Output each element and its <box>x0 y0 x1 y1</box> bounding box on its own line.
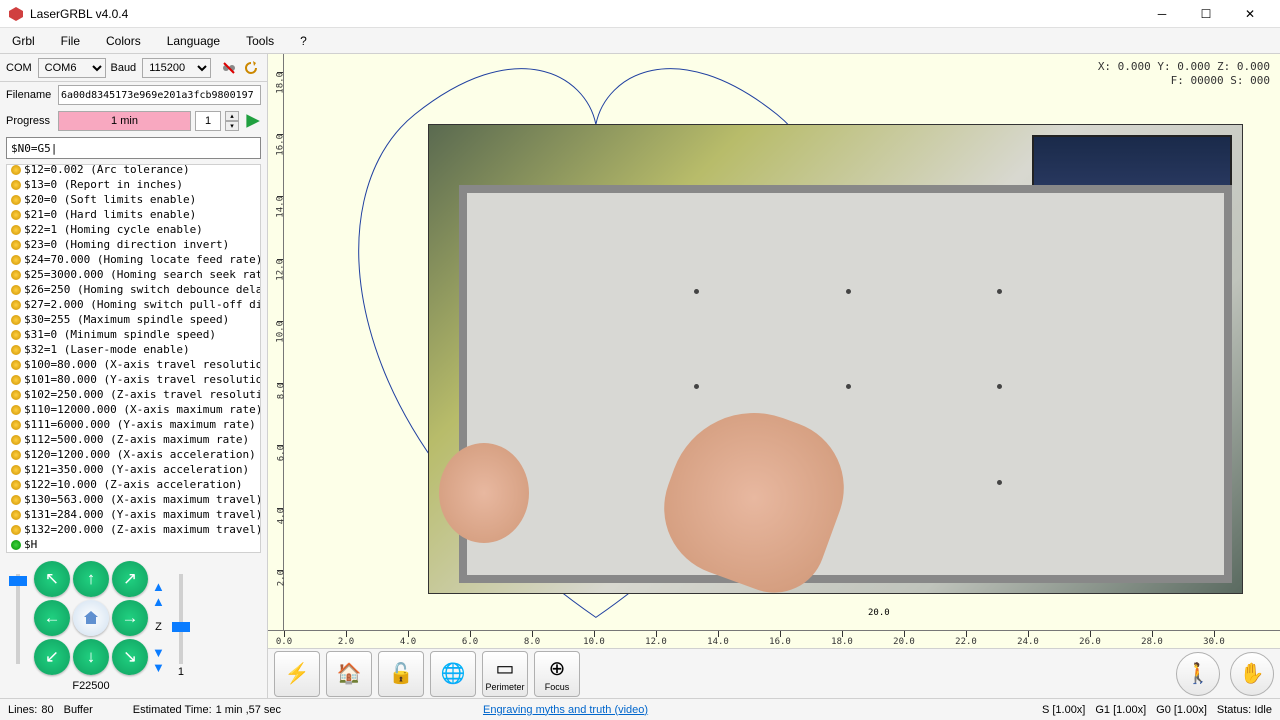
com-select[interactable]: COM6 <box>38 58 107 78</box>
jog-step-slider[interactable] <box>6 574 30 680</box>
z-label: Z <box>155 621 162 633</box>
ruler-vertical: 18.016.014.012.010.08.06.04.02.0 <box>268 54 284 630</box>
menu-grbl[interactable]: Grbl <box>8 31 39 51</box>
param-line: $30=255 (Maximum spindle speed) <box>7 312 260 327</box>
hand-icon: ✋ <box>1240 661 1265 686</box>
param-line: $130=563.000 (X-axis maximum travel) <box>7 492 260 507</box>
param-line: $26=250 (Homing switch debounce dela… <box>7 282 260 297</box>
status-link[interactable]: Engraving myths and truth (video) <box>483 704 648 716</box>
progress-bar: 1 min <box>58 111 191 131</box>
bottom-toolbar: ⚡ 🏠 🔓 🌐 ▭Perimeter ⊕Focus 🚶 ✋ <box>268 648 1280 698</box>
run-button[interactable]: ⚡ <box>274 651 320 697</box>
param-list[interactable]: $11=0.010 (Junction deviation)$12=0.002 … <box>6 164 261 553</box>
filename-label: Filename <box>6 89 54 101</box>
minimize-button[interactable]: ─ <box>1140 0 1184 28</box>
param-line: $131=284.000 (Y-axis maximum travel) <box>7 507 260 522</box>
perimeter-icon: ▭ <box>496 656 515 681</box>
photo-overlay <box>428 124 1243 594</box>
command-input[interactable] <box>6 137 261 159</box>
globe-button[interactable]: 🌐 <box>430 651 476 697</box>
menubar: Grbl File Colors Language Tools ? <box>0 28 1280 54</box>
unlock-button[interactable]: 🔓 <box>378 651 424 697</box>
param-line: $100=80.000 (X-axis travel resolutio… <box>7 357 260 372</box>
lightning-icon: ⚡ <box>285 661 310 686</box>
disconnect-icon[interactable] <box>219 58 239 78</box>
left-panel: COM COM6 Baud 115200 Filename Progress 1… <box>0 54 268 698</box>
com-label: COM <box>6 62 32 74</box>
param-line: $12=0.002 (Arc tolerance) <box>7 164 260 177</box>
param-line: $27=2.000 (Homing switch pull-off di… <box>7 297 260 312</box>
z-down[interactable]: ▼▼ <box>152 645 165 675</box>
jog-n[interactable]: ↑ <box>73 561 109 597</box>
param-line: $20=0 (Soft limits enable) <box>7 192 260 207</box>
walk-icon: 🚶 <box>1186 661 1211 686</box>
passes-down[interactable]: ▾ <box>225 121 239 131</box>
house-icon: 🏠 <box>337 661 362 686</box>
app-icon <box>8 6 24 22</box>
perimeter-button[interactable]: ▭Perimeter <box>482 651 528 697</box>
lock-icon: 🔓 <box>389 661 414 686</box>
passes-input[interactable] <box>195 111 221 131</box>
param-line: $24=70.000 (Homing locate feed rate) <box>7 252 260 267</box>
menu-language[interactable]: Language <box>163 31 224 51</box>
jog-nw[interactable]: ↖ <box>34 561 70 597</box>
param-line: $122=10.000 (Z-axis acceleration) <box>7 477 260 492</box>
hold-button[interactable]: ✋ <box>1230 652 1274 696</box>
param-line: $32=1 (Laser-mode enable) <box>7 342 260 357</box>
play-button[interactable] <box>243 112 261 130</box>
param-line: $H <box>7 537 260 552</box>
jog-feed-label: F22500 <box>72 680 109 692</box>
param-line: $31=0 (Minimum spindle speed) <box>7 327 260 342</box>
menu-tools[interactable]: Tools <box>242 31 278 51</box>
home-button[interactable]: 🏠 <box>326 651 372 697</box>
ruler-horizontal: 0.02.04.06.08.010.012.014.016.018.020.02… <box>268 630 1280 648</box>
jog-s[interactable]: ↓ <box>73 639 109 675</box>
jog-speed-slider[interactable]: 1 <box>169 574 193 680</box>
jog-ne[interactable]: ↗ <box>112 561 148 597</box>
window-title: LaserGRBL v4.0.4 <box>30 7 1140 21</box>
canvas-area: X: 0.000 Y: 0.000 Z: 0.000 F: 00000 S: 0… <box>268 54 1280 698</box>
target-icon: ⊕ <box>549 656 566 681</box>
globe-icon: 🌐 <box>441 661 466 686</box>
titlebar: LaserGRBL v4.0.4 ─ ☐ ✕ <box>0 0 1280 28</box>
param-line: $22=1 (Homing cycle enable) <box>7 222 260 237</box>
preview-canvas[interactable]: X: 0.000 Y: 0.000 Z: 0.000 F: 00000 S: 0… <box>268 54 1280 648</box>
param-line: $13=0 (Report in inches) <box>7 177 260 192</box>
statusbar: Lines: 80 Buffer Estimated Time: 1 min ,… <box>0 698 1280 720</box>
baud-select[interactable]: 115200 <box>142 58 211 78</box>
jog-e[interactable]: → <box>112 600 148 636</box>
resume-button[interactable]: 🚶 <box>1176 652 1220 696</box>
param-line: $120=1200.000 (X-axis acceleration) <box>7 447 260 462</box>
baud-label: Baud <box>110 62 136 74</box>
param-line: $25=3000.000 (Homing search seek rat… <box>7 267 260 282</box>
jog-sw[interactable]: ↙ <box>34 639 70 675</box>
menu-help[interactable]: ? <box>296 31 311 51</box>
jog-home[interactable] <box>73 600 109 636</box>
maximize-button[interactable]: ☐ <box>1184 0 1228 28</box>
reset-icon[interactable] <box>241 58 261 78</box>
param-line: $132=200.000 (Z-axis maximum travel) <box>7 522 260 537</box>
param-line: $102=250.000 (Z-axis travel resoluti… <box>7 387 260 402</box>
param-line: $121=350.000 (Y-axis acceleration) <box>7 462 260 477</box>
passes-up[interactable]: ▴ <box>225 111 239 121</box>
close-button[interactable]: ✕ <box>1228 0 1272 28</box>
menu-colors[interactable]: Colors <box>102 31 145 51</box>
filename-input[interactable] <box>58 85 261 105</box>
param-line: $23=0 (Homing direction invert) <box>7 237 260 252</box>
z-up[interactable]: ▲▲ <box>152 579 165 609</box>
param-line: $112=500.000 (Z-axis maximum rate) <box>7 432 260 447</box>
focus-button[interactable]: ⊕Focus <box>534 651 580 697</box>
jog-se[interactable]: ↘ <box>112 639 148 675</box>
jog-w[interactable]: ← <box>34 600 70 636</box>
menu-file[interactable]: File <box>57 31 84 51</box>
param-line: $111=6000.000 (Y-axis maximum rate) <box>7 417 260 432</box>
param-line: $101=80.000 (Y-axis travel resolutio… <box>7 372 260 387</box>
progress-label: Progress <box>6 115 54 127</box>
param-line: $110=12000.000 (X-axis maximum rate) <box>7 402 260 417</box>
coordinates-readout: X: 0.000 Y: 0.000 Z: 0.000 F: 00000 S: 0… <box>1098 60 1270 88</box>
param-line: $21=0 (Hard limits enable) <box>7 207 260 222</box>
